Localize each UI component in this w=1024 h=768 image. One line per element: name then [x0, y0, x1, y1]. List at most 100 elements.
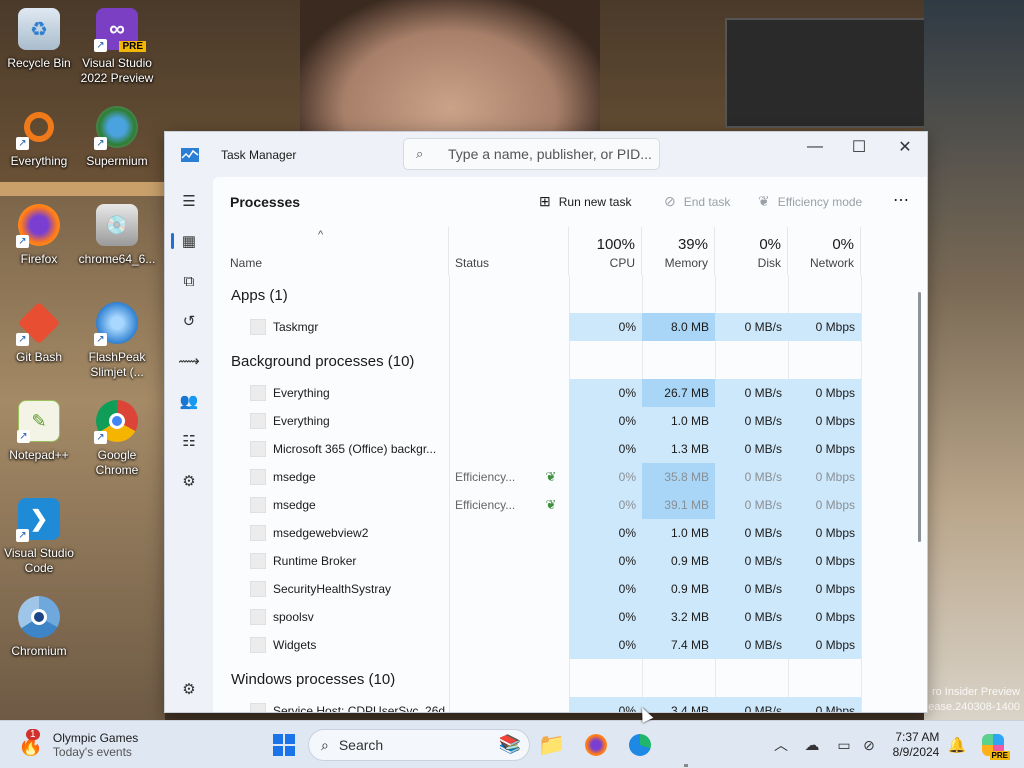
cpu-value: 0% — [569, 407, 642, 435]
table-row[interactable]: msedge Efficiency... ❦ 0% 35.8 MB 0 MB/s 0 Mbp… — [213, 463, 927, 491]
edge-taskbar-button[interactable] — [622, 721, 658, 768]
nav-performance-icon[interactable]: ⧉ — [171, 265, 207, 297]
table-row[interactable]: SecurityHealthSystray 0% 0.9 MB 0 MB/s 0 Mbp… — [213, 575, 927, 603]
desktop-icon-label: Notepad++ — [9, 448, 69, 462]
search-icon: ⌕ — [321, 736, 329, 753]
column-label: Name — [230, 256, 263, 270]
disk-value: 0 MB/s — [715, 313, 788, 341]
table-row[interactable]: Taskmgr 0% 8.0 MB 0 MB/s 0 Mbps — [213, 313, 927, 341]
scrollbar[interactable] — [918, 292, 921, 542]
search-box[interactable]: ⌕ — [403, 138, 660, 170]
end-task-icon: ⊘ — [664, 193, 676, 209]
run-new-task-button[interactable]: ⊞ Run new task — [539, 193, 631, 210]
more-options-button[interactable]: ⋯ — [893, 190, 909, 210]
group-header-background[interactable]: Background processes (10) — [231, 353, 414, 370]
efficiency-mode-button[interactable]: ❦ Efficiency mode — [758, 193, 862, 210]
desktop-icon-chromium[interactable]: Chromium — [2, 596, 76, 659]
start-button[interactable] — [264, 721, 304, 768]
leaf-icon: ❦ — [758, 193, 770, 209]
column-header-disk[interactable]: 0% Disk — [715, 227, 788, 275]
toolbar: Processes ⊞ Run new task ⊘ End task ❦ Ef… — [213, 177, 927, 227]
cpu-value: 0% — [569, 313, 642, 341]
table-row[interactable]: Service Host: CDPUserSvc_26d... 0% 3.4 MB 0… — [213, 697, 927, 712]
nav-startup-apps-icon[interactable]: ⟿ — [171, 345, 207, 377]
desktop-icon-everything[interactable]: ↗ Everything — [2, 106, 76, 169]
maximize-button[interactable]: ☐ — [836, 132, 882, 162]
nav-app-history-icon[interactable]: ↺ — [171, 305, 207, 337]
group-header-apps[interactable]: Apps (1) — [231, 287, 288, 304]
nav-processes-icon[interactable]: ▦ — [171, 225, 207, 257]
process-icon — [250, 441, 266, 457]
desktop-icon-notepadpp[interactable]: ✎ ↗ Notepad++ — [2, 400, 76, 463]
file-explorer-button[interactable]: 📁 — [534, 721, 570, 768]
table-row[interactable]: Microsoft 365 (Office) backgr... 0% 1.3 MB… — [213, 435, 927, 463]
minimize-button[interactable]: — — [792, 132, 838, 162]
close-button[interactable]: ✕ — [882, 132, 928, 162]
clock-date: 8/9/2024 — [892, 745, 940, 759]
desktop-icon-label: Google Chrome — [95, 448, 139, 477]
desktop-icon-slimjet[interactable]: ↗ FlashPeak Slimjet (... — [80, 302, 154, 380]
desktop-icon-git-bash[interactable]: ↗ Git Bash — [2, 301, 76, 365]
copilot-button[interactable]: PRE — [978, 721, 1010, 768]
process-name: Everything — [273, 386, 330, 400]
network-value: 0 Mbps — [788, 631, 861, 659]
firefox-taskbar-button[interactable] — [578, 721, 614, 768]
title-bar[interactable]: Task Manager ⌕ — ☐ ✕ — [165, 132, 927, 177]
display-icon[interactable]: ▭ — [832, 721, 856, 768]
desktop-icon-chrome-installer[interactable]: 💿 chrome64_6... — [79, 204, 155, 267]
table-row[interactable]: Runtime Broker 0% 0.9 MB 0 MB/s 0 Mbps — [213, 547, 927, 575]
nav-services-icon[interactable]: ⚙ — [171, 465, 207, 497]
shortcut-arrow-icon: ↗ — [16, 333, 29, 346]
desktop-icon-supermium[interactable]: ↗ Supermium — [80, 106, 154, 169]
desktop-icon-firefox[interactable]: ↗ Firefox — [2, 204, 76, 267]
table-row[interactable]: Everything 0% 1.0 MB 0 MB/s 0 Mbps — [213, 407, 927, 435]
column-label: Memory — [664, 256, 708, 270]
table-row[interactable]: msedgewebview2 0% 1.0 MB 0 MB/s 0 Mbps — [213, 519, 927, 547]
desktop-icon-label: Visual Studio 2022 Preview — [80, 56, 154, 85]
table-row[interactable]: msedge Efficiency... ❦ 0% 39.1 MB 0 MB/s 0 Mbp… — [213, 491, 927, 519]
desktop-icon-chrome[interactable]: ↗ Google Chrome — [80, 400, 154, 478]
group-header-windows[interactable]: Windows processes (10) — [231, 671, 395, 688]
pre-badge: PRE — [989, 751, 1010, 760]
task-manager-taskbar-button[interactable] — [668, 721, 704, 768]
watermark-line2: ease.240308-1400 — [928, 701, 1020, 713]
end-task-button[interactable]: ⊘ End task — [664, 193, 730, 210]
table-row[interactable]: Everything 0% 26.7 MB 0 MB/s 0 Mbps — [213, 379, 927, 407]
hamburger-menu-icon[interactable]: ☰ — [171, 185, 207, 217]
network-disconnected-icon[interactable]: ⊘ — [858, 721, 880, 768]
notepadpp-icon: ✎ ↗ — [17, 400, 60, 443]
taskbar: 🔥 1 Olympic Games Today's events ⌕ Searc… — [0, 720, 1024, 768]
running-indicator — [684, 763, 688, 767]
shortcut-arrow-icon: ↗ — [16, 235, 29, 248]
search-input[interactable] — [448, 146, 658, 162]
supermium-icon: ↗ — [94, 106, 138, 150]
clock[interactable]: 7:37 AM 8/9/2024 — [888, 721, 944, 768]
process-icon — [250, 581, 266, 597]
desktop-icon-visual-studio[interactable]: ∞ PRE ↗ Visual Studio 2022 Preview — [80, 8, 154, 86]
news-widget[interactable]: 🔥 1 Olympic Games Today's events — [18, 721, 148, 768]
desktop-icon-label: Chromium — [11, 644, 67, 658]
table-row[interactable]: Widgets 0% 7.4 MB 0 MB/s 0 Mbps — [213, 631, 927, 659]
disk-total: 0% — [759, 236, 781, 253]
memory-value: 8.0 MB — [642, 313, 715, 341]
search-highlight-icon: 📚 — [498, 734, 521, 754]
show-hidden-icons-chevron-icon[interactable]: ︿ — [770, 721, 792, 768]
nav-details-icon[interactable]: ☷ — [171, 425, 207, 457]
column-header-cpu[interactable]: 100% CPU — [569, 227, 642, 275]
column-header-status[interactable]: Status — [449, 227, 569, 275]
nav-users-icon[interactable]: 👥 — [171, 385, 207, 417]
cpu-value: 0% — [569, 379, 642, 407]
nav-settings-icon[interactable]: ⚙ — [171, 673, 207, 705]
column-header-memory[interactable]: 39% Memory — [642, 227, 715, 275]
column-header-network[interactable]: 0% Network — [788, 227, 861, 275]
table-row[interactable]: spoolsv 0% 3.2 MB 0 MB/s 0 Mbps — [213, 603, 927, 631]
desktop-icon-vscode[interactable]: ❯ ↗ Visual Studio Code — [2, 498, 76, 576]
column-header-name[interactable]: ^ Name — [213, 227, 449, 275]
desktop-icon-recycle-bin[interactable]: ♻ Recycle Bin — [2, 8, 76, 71]
cpu-value: 0% — [569, 519, 642, 547]
slimjet-icon: ↗ — [94, 302, 138, 346]
taskbar-search[interactable]: ⌕ Search 📚 — [308, 729, 530, 761]
notification-bell-icon[interactable]: 🔔 — [946, 721, 968, 768]
onedrive-cloud-icon[interactable]: ☁ — [800, 721, 824, 768]
network-value: 0 Mbps — [788, 463, 861, 491]
